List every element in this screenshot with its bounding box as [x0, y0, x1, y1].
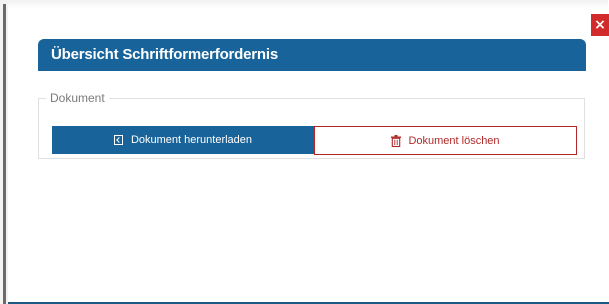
document-legend: Dokument [46, 91, 109, 105]
download-document-button[interactable]: Dokument herunterladen [52, 126, 314, 154]
top-shadow [8, 0, 608, 8]
left-edge-bar [3, 4, 6, 304]
dialog-window: × Übersicht Schriftformerfordernis Dokum… [0, 0, 609, 304]
trash-icon [391, 134, 402, 147]
download-document-label: Dokument herunterladen [130, 134, 253, 146]
download-icon [113, 135, 123, 145]
dialog-header: Übersicht Schriftformerfordernis [38, 39, 586, 71]
close-button[interactable]: × [591, 14, 609, 36]
document-fieldset: Dokument Dokument herunterladen Dokument… [38, 91, 585, 159]
delete-document-button[interactable]: Dokument löschen [314, 126, 577, 155]
close-icon: × [594, 17, 606, 33]
delete-document-label: Dokument löschen [408, 134, 500, 147]
dialog-title: Übersicht Schriftformerfordernis [51, 46, 278, 63]
left-window-edge [0, 0, 8, 304]
